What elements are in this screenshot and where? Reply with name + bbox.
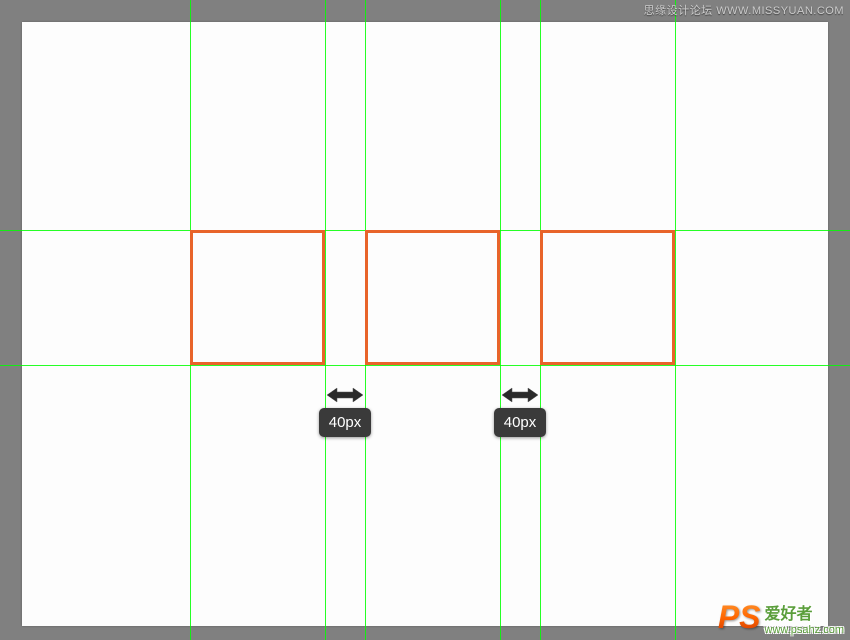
measurement-indicator: 40px (316, 386, 374, 437)
watermark-url: www.psahz.com (765, 624, 844, 636)
rectangle-shape[interactable] (365, 230, 500, 365)
rectangle-shape[interactable] (190, 230, 325, 365)
watermark-logo: PS (718, 599, 761, 636)
measurement-label: 40px (319, 408, 372, 437)
double-arrow-icon (500, 386, 540, 404)
double-arrow-icon (325, 386, 365, 404)
guide-vertical[interactable] (500, 0, 501, 640)
watermark-cn-text: 爱好者 (765, 606, 813, 624)
watermark-top: 思缘设计论坛 WWW.MISSYUAN.COM (644, 2, 844, 18)
rectangle-shape[interactable] (540, 230, 675, 365)
watermark-bottom: PS 爱好者 www.psahz.com (718, 599, 844, 636)
measurement-label: 40px (494, 408, 547, 437)
guide-vertical[interactable] (325, 0, 326, 640)
guide-vertical[interactable] (675, 0, 676, 640)
measurement-indicator: 40px (491, 386, 549, 437)
guide-horizontal[interactable] (0, 365, 850, 366)
